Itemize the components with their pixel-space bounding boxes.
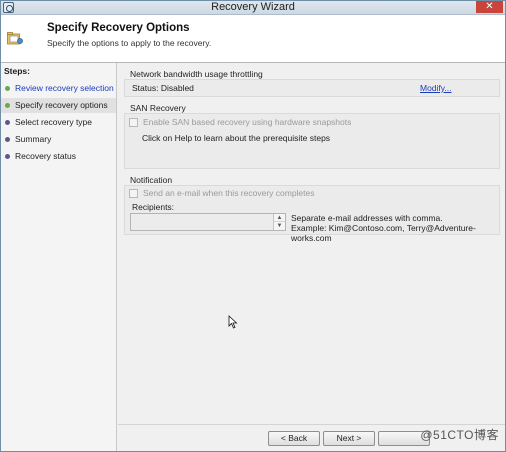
notification-group: Send an e-mail when this recovery comple… [124, 185, 500, 243]
step-label: Summary [15, 134, 52, 144]
steps-panel: Steps: Review recovery selection Specify… [1, 63, 117, 451]
recovery-wizard-window: Recovery Wizard ✕ Specify Recovery Optio… [0, 0, 506, 452]
window-title: Recovery Wizard [211, 1, 295, 13]
san-help-text: Click on Help to learn about the prerequ… [142, 133, 331, 143]
san-checkbox-label: Enable SAN based recovery using hardware… [143, 117, 352, 127]
step-current-bullet-icon [5, 103, 10, 108]
scroll-down-arrow-icon[interactable]: ▼ [273, 222, 285, 230]
step-summary[interactable]: Summary [1, 132, 116, 147]
step-label: Review recovery selection [15, 83, 114, 93]
step-label: Select recovery type [15, 117, 93, 127]
page-title: Specify Recovery Options [47, 22, 190, 34]
wizard-folder-icon [7, 32, 23, 45]
email-notification-checkbox[interactable] [129, 188, 138, 198]
step-label: Specify recovery options [15, 100, 108, 110]
san-section-title: SAN Recovery [130, 103, 186, 113]
throttling-group: Status: Disabled Modify... [124, 79, 500, 97]
recipients-input[interactable]: ▲ ▼ [130, 213, 286, 231]
recipients-note: Separate e-mail addresses with comma. Ex… [291, 213, 499, 243]
step-specify-recovery-options[interactable]: Specify recovery options [1, 98, 116, 113]
email-notification-label: Send an e-mail when this recovery comple… [143, 188, 315, 198]
step-complete-bullet-icon [5, 86, 10, 91]
scroll-up-arrow-icon[interactable]: ▲ [273, 214, 285, 222]
step-review-recovery-selection[interactable]: Review recovery selection [1, 81, 116, 96]
modify-throttling-link[interactable]: Modify... [420, 83, 452, 93]
mouse-cursor-icon [228, 315, 238, 329]
back-button[interactable]: < Back [268, 431, 320, 446]
recipients-note-line2: Example: Kim@Contoso.com, Terry@Adventur… [291, 223, 476, 243]
step-select-recovery-type[interactable]: Select recovery type [1, 115, 116, 130]
san-checkbox-row[interactable]: Enable SAN based recovery using hardware… [129, 117, 351, 127]
step-label: Recovery status [15, 151, 76, 161]
recipients-note-line1: Separate e-mail addresses with comma. [291, 213, 443, 223]
san-recovery-checkbox[interactable] [129, 117, 138, 127]
title-bar[interactable]: Recovery Wizard ✕ [1, 1, 505, 15]
wizard-header: Specify Recovery Options Specify the opt… [1, 15, 505, 63]
watermark-text: @51CTO博客 [420, 428, 499, 442]
throttling-section-title: Network bandwidth usage throttling [130, 69, 263, 79]
throttling-status: Status: Disabled [132, 83, 194, 93]
recipients-label: Recipients: [132, 202, 175, 212]
next-button[interactable]: Next > [323, 431, 375, 446]
close-button[interactable]: ✕ [476, 1, 503, 13]
step-pending-bullet-icon [5, 120, 10, 125]
page-subtitle: Specify the options to apply to the reco… [47, 38, 212, 48]
notification-section-title: Notification [130, 175, 173, 185]
step-pending-bullet-icon [5, 137, 10, 142]
steps-title: Steps: [4, 66, 30, 76]
options-content: Network bandwidth usage throttling Statu… [118, 63, 505, 424]
san-group: Enable SAN based recovery using hardware… [124, 113, 500, 169]
email-notification-checkbox-row[interactable]: Send an e-mail when this recovery comple… [129, 188, 315, 198]
step-recovery-status[interactable]: Recovery status [1, 149, 116, 164]
step-pending-bullet-icon [5, 154, 10, 159]
